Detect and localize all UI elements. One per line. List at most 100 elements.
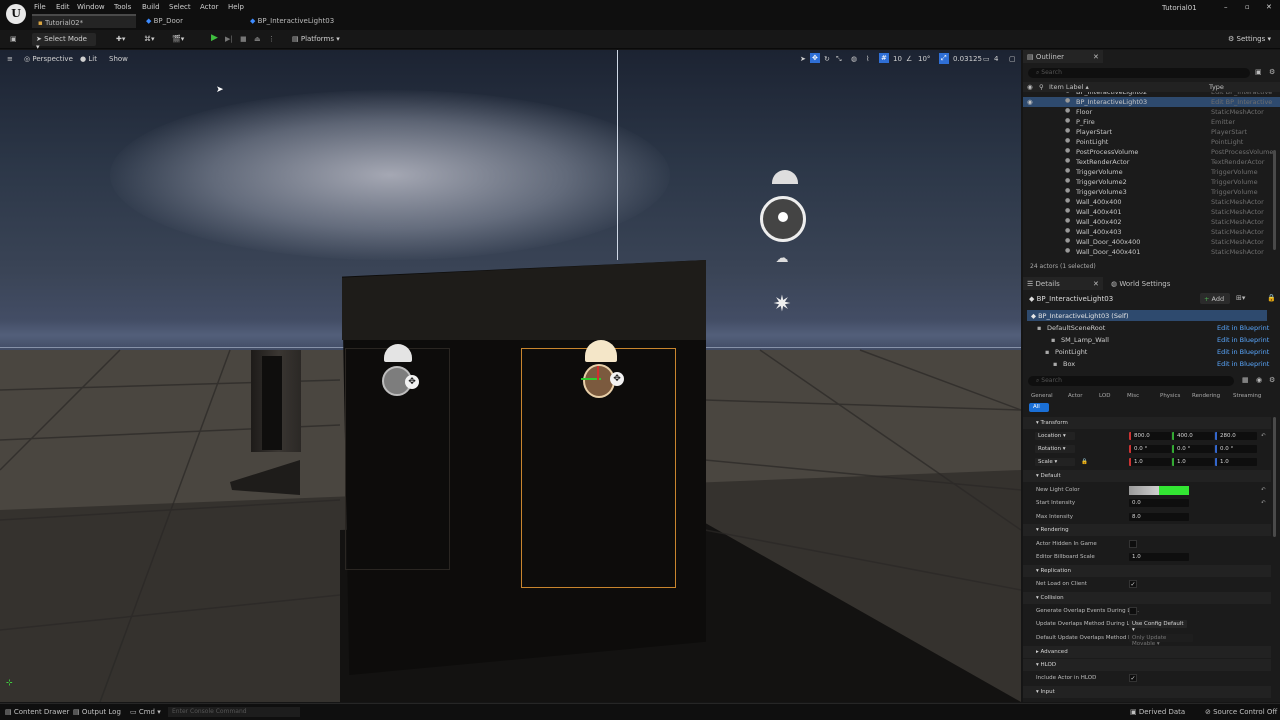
edit-in-blueprint-link[interactable]: Edit in Blueprint (1217, 360, 1269, 368)
grid-size-value[interactable]: 10 (893, 55, 902, 63)
max-intensity-input[interactable]: 8.0 (1129, 513, 1189, 521)
close-icon[interactable]: ✕ (1266, 3, 1272, 11)
angle-snap-value[interactable]: 10° (918, 55, 930, 63)
edit-in-blueprint-link[interactable]: Edit in Blueprint (1217, 348, 1269, 356)
outliner-row[interactable]: ● PointLight PointLight (1023, 137, 1280, 147)
outliner-row[interactable]: ● Wall_400x402 StaticMeshActor (1023, 217, 1280, 227)
select-tool-icon[interactable]: ➤ (800, 55, 806, 63)
step-button[interactable]: ▶| (221, 33, 237, 46)
settings-button[interactable]: ⚙ Settings ▾ (1224, 33, 1275, 46)
outliner-row[interactable]: ● Wall_Door_400x400 StaticMeshActor (1023, 237, 1280, 247)
blueprint-options-icon[interactable]: ⊞▾ (1236, 294, 1245, 302)
menu-item-select[interactable]: Select (169, 3, 191, 11)
self-component-row[interactable]: ◆ BP_InteractiveLight03 (Self) (1027, 310, 1267, 321)
details-search-input[interactable]: ⌕ Search (1028, 376, 1234, 386)
location-z-input[interactable]: 280.0 (1215, 432, 1257, 440)
outliner-row[interactable]: ● Wall_400x401 StaticMeshActor (1023, 207, 1280, 217)
outliner-row[interactable]: ● TriggerVolume2 TriggerVolume (1023, 177, 1280, 187)
table-view-icon[interactable]: ▦ (1242, 376, 1249, 384)
console-input[interactable]: Enter Console Command (168, 707, 300, 717)
world-settings-tab[interactable]: ◍ World Settings (1107, 277, 1174, 290)
component-row[interactable]: ▪ DefaultSceneRoot Edit in Blueprint (1023, 322, 1280, 334)
edit-in-blueprint-link[interactable]: Edit in Blueprint (1217, 324, 1269, 332)
scale-tool-icon[interactable]: ⤡ (836, 55, 842, 64)
component-row[interactable]: ▪ Box Edit in Blueprint (1023, 358, 1280, 370)
save-icon[interactable]: ▣ (6, 33, 21, 46)
outliner-row[interactable]: ● Wall_Door_400x401 StaticMeshActor (1023, 247, 1280, 257)
perspective-button[interactable]: ◎ Perspective (24, 55, 73, 63)
tab-tutorial02[interactable]: ▪ Tutorial02* (32, 14, 136, 28)
details-scrollbar[interactable] (1273, 417, 1276, 537)
output-log-button[interactable]: ▤ Output Log (73, 708, 121, 716)
rotation-z-input[interactable]: 0.0 ° (1215, 445, 1257, 453)
start-intensity-input[interactable]: 0.0 (1129, 499, 1189, 507)
filter-streaming[interactable]: Streaming (1233, 393, 1261, 399)
outliner-settings-icon[interactable]: ⚙ (1269, 68, 1275, 76)
rotation-snap-icon[interactable]: ∠ (906, 55, 912, 63)
viewport-menu-icon[interactable]: ≡ (7, 55, 13, 63)
show-button[interactable]: Show (109, 55, 128, 63)
filter-misc[interactable]: Misc (1127, 393, 1139, 399)
component-row[interactable]: ▪ PointLight Edit in Blueprint (1023, 346, 1280, 358)
outliner-row[interactable]: ● Wall_400x400 StaticMeshActor (1023, 197, 1280, 207)
surface-snap-icon[interactable]: ⌇ (866, 55, 869, 63)
outliner-row[interactable]: ● TriggerVolume3 TriggerVolume (1023, 187, 1280, 197)
visibility-column-icon[interactable]: ◉ (1027, 83, 1033, 91)
outliner-search-input[interactable]: ⌕ Search (1028, 68, 1250, 78)
edit-in-blueprint-link[interactable]: Edit in Blueprint (1217, 336, 1269, 344)
level-viewport[interactable]: ✥ ✥ ☁ ✷ ➤ ≡ ◎ Perspective ● Lit Show ➤ ✥… (0, 50, 1021, 702)
close-tab-icon[interactable]: ✕ (1093, 53, 1099, 61)
outliner-row[interactable]: ● P_Fire Emitter (1023, 117, 1280, 127)
scale-x-input[interactable]: 1.0 (1129, 458, 1171, 466)
filter-lod[interactable]: LOD (1099, 393, 1110, 399)
light-color-swatch[interactable] (1129, 486, 1189, 495)
location-mode-select[interactable]: Location ▾ (1035, 432, 1075, 440)
lock-scale-icon[interactable]: 🔒 (1081, 459, 1088, 465)
menu-item-tools[interactable]: Tools (114, 3, 131, 11)
rotation-y-input[interactable]: 0.0 ° (1172, 445, 1214, 453)
menu-item-build[interactable]: Build (142, 3, 160, 11)
menu-item-file[interactable]: File (34, 3, 46, 11)
component-row[interactable]: ▪ SM_Lamp_Wall Edit in Blueprint (1023, 334, 1280, 346)
minimize-icon[interactable]: – (1224, 3, 1228, 11)
unreal-logo-icon[interactable]: U (6, 4, 26, 24)
tab-bp-interactivelight03[interactable]: ◆ BP_InteractiveLight03 (244, 14, 364, 28)
sky-light-icon[interactable]: ☁ (771, 252, 793, 266)
reset-icon[interactable]: ↶ (1261, 433, 1266, 439)
advanced-section[interactable]: ▸ Advanced (1023, 646, 1271, 658)
menu-item-edit[interactable]: Edit (56, 3, 70, 11)
hlod-section[interactable]: ▾ HLOD (1023, 659, 1271, 671)
lit-button[interactable]: ● Lit (80, 55, 97, 63)
replication-section[interactable]: ▾ Replication (1023, 565, 1271, 577)
camera-speed-icon[interactable]: ▭ (983, 55, 990, 63)
outliner-tab[interactable]: ▤ Outliner ✕ (1023, 50, 1103, 63)
scale-y-input[interactable]: 1.0 (1172, 458, 1214, 466)
details-tab[interactable]: ☰ Details ✕ (1023, 277, 1103, 290)
blueprint-menu-button[interactable]: ⌘▾ (140, 33, 159, 46)
play-button[interactable]: ▶ (207, 31, 222, 44)
billboard-scale-input[interactable]: 1.0 (1129, 553, 1189, 561)
net-load-checkbox[interactable]: ✓ (1129, 580, 1137, 588)
outliner-row[interactable]: ● TextRenderActor TextRenderActor (1023, 157, 1280, 167)
add-component-button[interactable]: + Add (1200, 293, 1230, 304)
filter-all-button[interactable]: All (1029, 403, 1049, 412)
reset-icon[interactable]: ↶ (1261, 487, 1266, 493)
input-section[interactable]: ▾ Input (1023, 686, 1271, 698)
scale-mode-select[interactable]: Scale ▾ (1035, 458, 1075, 466)
filter-icon[interactable]: ▣ (1255, 68, 1262, 76)
outliner-row[interactable]: ● BP_InteractiveLight03 Edit BP_Interactiv… (1023, 97, 1280, 107)
filter-physics[interactable]: Physics (1160, 393, 1180, 399)
item-label-header[interactable]: Item Label ▴ (1049, 83, 1089, 91)
grid-snap-icon[interactable]: # (879, 53, 889, 63)
play-options-icon[interactable]: ⋮ (264, 33, 279, 46)
menu-item-help[interactable]: Help (228, 3, 244, 11)
outliner-row[interactable]: ● Floor StaticMeshActor (1023, 107, 1280, 117)
platforms-button[interactable]: ▤ Platforms ▾ (288, 33, 344, 46)
derived-data-button[interactable]: ▣ Derived Data (1130, 708, 1185, 716)
cmd-select[interactable]: ▭ Cmd ▾ (130, 708, 161, 716)
cinematics-button[interactable]: 🎬▾ (168, 33, 188, 46)
tab-bp-door[interactable]: ◆ BP_Door (140, 14, 240, 28)
location-x-input[interactable]: 800.0 (1129, 432, 1171, 440)
scale-snap-value[interactable]: 0.03125 (953, 55, 982, 63)
outliner-row[interactable]: ● PostProcessVolume PostProcessVolume (1023, 147, 1280, 157)
